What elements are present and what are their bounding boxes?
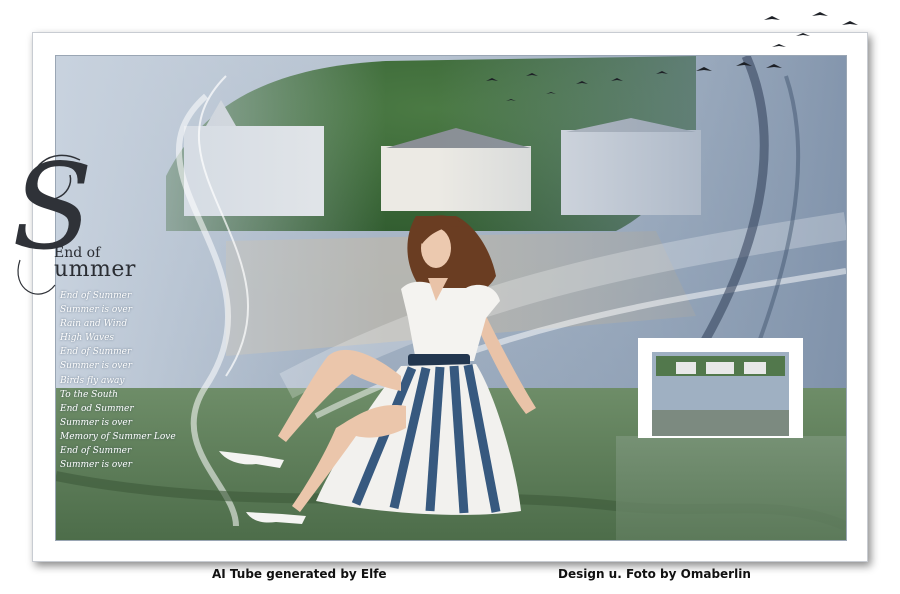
- poem-line: Summer is over: [60, 305, 133, 316]
- bird-icon: [812, 12, 828, 16]
- poem-line: Birds fly away: [60, 375, 125, 386]
- poem-line: High Waves: [60, 333, 115, 344]
- poem-line: End of Summer: [60, 446, 132, 457]
- bird-icon: [842, 21, 858, 25]
- title-rest: ummer: [54, 257, 136, 282]
- poem-line: Summer is over: [60, 460, 133, 471]
- bird-flock-corner: [764, 12, 858, 47]
- poem-line: Memory of Summer Love: [60, 431, 176, 442]
- bird-icon: [772, 44, 786, 47]
- poem-line: End of Summer: [60, 347, 132, 358]
- credit-design: Design u. Foto by Omaberlin: [558, 567, 751, 581]
- inset-photo: [638, 338, 803, 438]
- bird-icon: [764, 16, 780, 20]
- poem-line: End od Summer: [60, 403, 134, 414]
- credit-tube: AI Tube generated by Elfe: [212, 567, 387, 581]
- poem-line: To the South: [60, 389, 118, 400]
- poem-line: Rain and Wind: [60, 319, 128, 330]
- poem: End of Summer Summer is over Rain and Wi…: [60, 289, 176, 472]
- bird-icon: [796, 33, 810, 36]
- poem-line: End of Summer: [60, 291, 132, 301]
- poem-line: Summer is over: [60, 361, 133, 372]
- poem-line: Summer is over: [60, 417, 133, 428]
